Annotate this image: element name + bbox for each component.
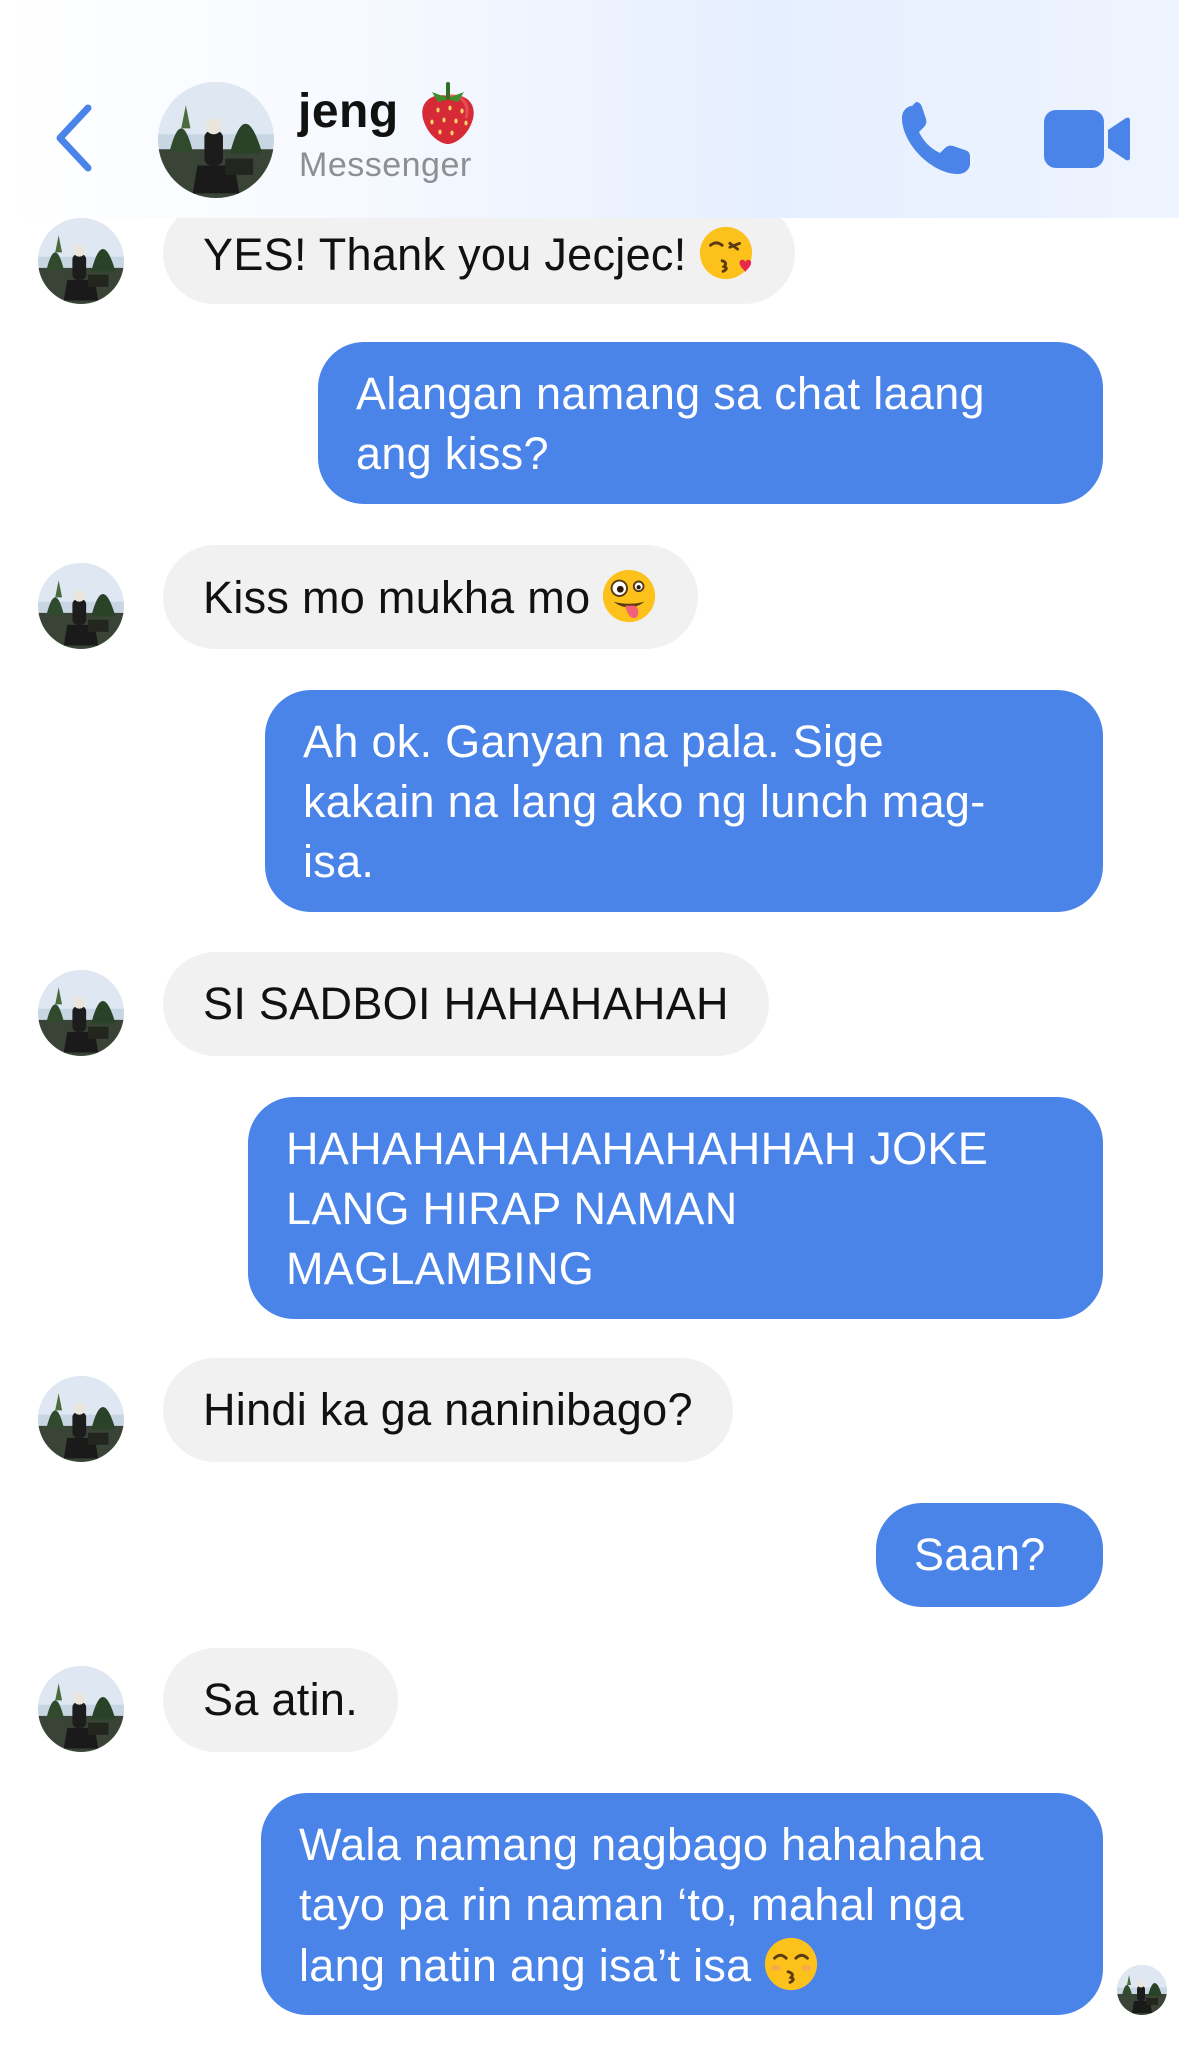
chat-screen: jeng Messenger YES! Thank you Jecjec! Al…	[0, 0, 1179, 2046]
message-line: Saan?	[914, 1529, 1046, 1580]
contact-avatar-small[interactable]	[38, 563, 124, 649]
kissing-smiling-eyes-emoji-icon	[764, 1937, 817, 1991]
strawberry-icon	[418, 80, 478, 146]
contact-avatar[interactable]	[158, 82, 274, 198]
message-line-text: lang natin ang isa’t isa	[299, 1940, 752, 1991]
message-line: kakain na lang ako ng lunch mag-	[303, 776, 986, 827]
message-bubble-outgoing[interactable]: Saan?	[876, 1503, 1103, 1607]
message-text: SI SADBOI HAHAHAHAH	[203, 978, 729, 1029]
message-line: Ah ok. Ganyan na pala. Sige	[303, 716, 884, 767]
contact-avatar-small[interactable]	[38, 970, 124, 1056]
message-text: YES! Thank you Jecjec!	[203, 229, 687, 280]
message-text: Sa atin.	[203, 1674, 358, 1725]
back-button[interactable]	[50, 100, 100, 180]
chevron-left-icon	[56, 104, 92, 172]
message-text: Kiss mo mukha mo	[203, 572, 591, 623]
chat-header: jeng Messenger	[0, 0, 1179, 218]
message-line: ang kiss?	[356, 428, 549, 479]
read-receipt-avatar	[1117, 1965, 1167, 2015]
contact-name[interactable]: jeng	[298, 84, 399, 139]
call-button[interactable]	[898, 100, 976, 178]
contact-avatar-small[interactable]	[38, 1666, 124, 1752]
message-bubble-outgoing[interactable]: Ah ok. Ganyan na pala. Sige kakain na la…	[265, 690, 1103, 912]
phone-icon	[902, 102, 970, 174]
message-line: HAHAHAHAHAHAHAHHAH JOKE	[286, 1123, 989, 1174]
contact-avatar-small[interactable]	[38, 1376, 124, 1462]
message-bubble-outgoing[interactable]: Alangan namang sa chat laang ang kiss?	[318, 342, 1103, 504]
video-call-button[interactable]	[1042, 108, 1130, 170]
message-line: LANG HIRAP NAMAN	[286, 1183, 738, 1234]
message-line: isa.	[303, 836, 375, 887]
kissing-heart-emoji-icon	[699, 226, 752, 280]
message-line: Alangan namang sa chat laang	[356, 368, 985, 419]
contact-avatar-small[interactable]	[38, 218, 124, 304]
message-bubble-outgoing[interactable]: Wala namang nagbago hahahaha tayo pa rin…	[261, 1793, 1103, 2015]
message-bubble-incoming[interactable]: Sa atin.	[163, 1648, 398, 1752]
message-bubble-incoming[interactable]: SI SADBOI HAHAHAHAH	[163, 952, 769, 1056]
message-bubble-incoming[interactable]: Kiss mo mukha mo	[163, 545, 699, 649]
zany-face-emoji-icon	[603, 569, 656, 623]
header-subtitle: Messenger	[299, 146, 472, 184]
message-line: MAGLAMBING	[286, 1243, 595, 1294]
message-bubble-incoming[interactable]: Hindi ka ga naninibago?	[163, 1358, 733, 1462]
message-line: lang natin ang isa’t isa	[299, 1935, 1065, 1996]
message-line: tayo pa rin naman ‘to, mahal nga	[299, 1879, 964, 1930]
video-camera-icon	[1044, 110, 1130, 168]
message-line: Wala namang nagbago hahahaha	[299, 1819, 984, 1870]
message-text: Hindi ka ga naninibago?	[203, 1384, 693, 1435]
message-bubble-outgoing[interactable]: HAHAHAHAHAHAHAHHAH JOKE LANG HIRAP NAMAN…	[248, 1097, 1103, 1319]
